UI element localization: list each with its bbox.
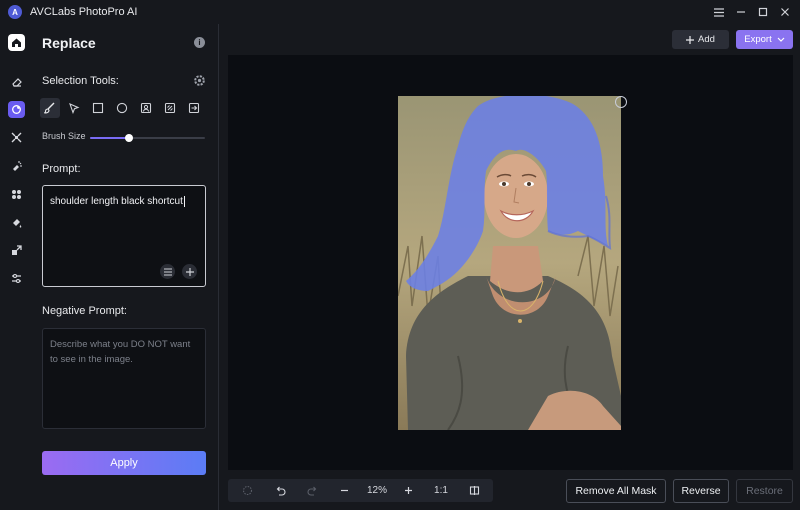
brush-size-slider[interactable] xyxy=(90,134,205,142)
tool-rail xyxy=(0,24,32,510)
undo-icon[interactable] xyxy=(272,479,288,502)
window-controls xyxy=(710,0,794,24)
adjust-icon[interactable] xyxy=(8,270,25,287)
prompt-value: shoulder length black shortcut xyxy=(50,196,185,208)
resize-icon[interactable] xyxy=(8,242,25,259)
ellipse-icon[interactable] xyxy=(112,98,132,118)
info-icon[interactable]: i xyxy=(194,37,205,48)
prompt-list-icon[interactable] xyxy=(160,264,175,279)
negative-prompt-input[interactable]: Describe what you DO NOT want to see in … xyxy=(42,328,206,429)
brush-cursor xyxy=(615,96,627,108)
redo-icon[interactable] xyxy=(304,479,320,502)
background-icon[interactable] xyxy=(8,186,25,203)
brush-size-label: Brush Size xyxy=(42,131,86,141)
replace-panel: Replace i Selection Tools: Brush Size Pr… xyxy=(32,24,219,510)
zoom-out-icon[interactable] xyxy=(336,479,352,502)
prompt-label: Prompt: xyxy=(42,163,81,175)
colorize-icon[interactable] xyxy=(8,157,25,174)
home-icon[interactable] xyxy=(8,34,25,51)
zoom-in-icon[interactable] xyxy=(400,479,416,502)
app-title: AVCLabs PhotoPro AI xyxy=(30,6,138,18)
menu-icon[interactable] xyxy=(710,3,728,21)
close-icon[interactable] xyxy=(776,3,794,21)
brush-size-handle[interactable] xyxy=(125,134,134,142)
add-label: Add xyxy=(698,34,715,45)
chevron-down-icon xyxy=(777,37,785,42)
pointer-icon[interactable] xyxy=(64,98,84,118)
selection-tools xyxy=(40,98,204,118)
portrait-photo[interactable] xyxy=(398,96,621,430)
negative-prompt-label: Negative Prompt: xyxy=(42,305,127,317)
maximize-icon[interactable] xyxy=(754,3,772,21)
enhance-icon[interactable] xyxy=(8,129,25,146)
auto-select-icon[interactable] xyxy=(160,98,180,118)
compare-icon[interactable] xyxy=(466,479,482,502)
apply-button[interactable]: Apply xyxy=(42,451,206,475)
reverse-button[interactable]: Reverse xyxy=(673,479,729,503)
import-icon[interactable] xyxy=(184,98,204,118)
actual-size-button[interactable]: 1:1 xyxy=(430,479,452,502)
view-toolbar: 12% 1:1 xyxy=(228,479,493,502)
title-bar: A AVCLabs PhotoPro AI xyxy=(0,0,800,24)
gear-icon[interactable] xyxy=(193,74,206,87)
prompt-add-icon[interactable] xyxy=(182,264,197,279)
export-button[interactable]: Export xyxy=(736,30,793,49)
brush-size-fill xyxy=(90,137,130,139)
portrait-icon[interactable] xyxy=(136,98,156,118)
lasso-icon[interactable] xyxy=(239,479,255,502)
selection-tools-label: Selection Tools: xyxy=(42,75,119,87)
replace-icon[interactable] xyxy=(8,101,25,118)
panel-title: Replace xyxy=(42,35,96,51)
prompt-input[interactable]: shoulder length black shortcut xyxy=(42,185,206,287)
brush-icon[interactable] xyxy=(40,98,60,118)
rectangle-icon[interactable] xyxy=(88,98,108,118)
plus-icon xyxy=(686,35,695,44)
zoom-level: 12% xyxy=(366,485,387,496)
minimize-icon[interactable] xyxy=(732,3,750,21)
fill-icon[interactable] xyxy=(8,214,25,231)
add-button[interactable]: Add xyxy=(672,30,729,49)
app-logo-icon: A xyxy=(8,5,22,19)
remove-all-mask-button[interactable]: Remove All Mask xyxy=(566,479,666,503)
app-window: A AVCLabs PhotoPro AI Replace i Selectio… xyxy=(0,0,800,510)
eraser-icon[interactable] xyxy=(8,73,25,90)
image-canvas[interactable] xyxy=(228,55,793,470)
export-label: Export xyxy=(744,34,772,45)
restore-button[interactable]: Restore xyxy=(736,479,793,503)
